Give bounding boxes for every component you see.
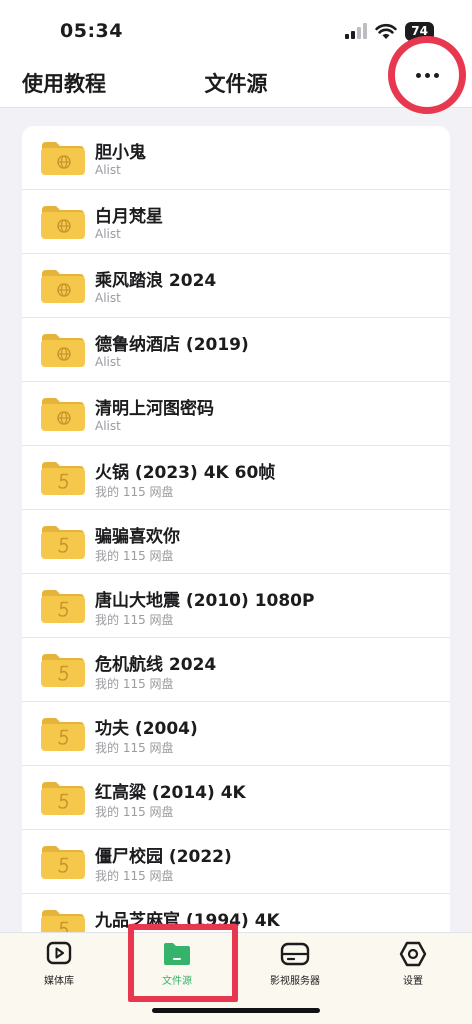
list-item[interactable]: 功夫 (2004) 我的 115 网盘 [22,702,450,766]
115-folder-icon [41,846,85,879]
tab-label: 设置 [403,976,423,987]
115-folder-icon [41,718,85,751]
status-time: 05:34 [60,20,123,42]
list-item[interactable]: 僵尸校园 (2022) 我的 115 网盘 [22,830,450,894]
115-folder-icon [41,782,85,815]
item-title: 白月梵星 [95,207,163,227]
play-icon [46,941,72,965]
tutorial-button[interactable]: 使用教程 [22,68,106,98]
item-title: 僵尸校园 (2022) [95,847,232,867]
nav-bar: 使用教程 文件源 [0,36,472,114]
list-item[interactable]: 火锅 (2023) 4K 60帧我的 115 网盘 [22,446,450,510]
item-title: 危机航线 2024 [95,655,217,675]
list-item[interactable]: 胆小鬼 Alist [22,126,450,190]
item-title: 火锅 (2023) 4K 60帧 [95,463,276,483]
item-source: 我的 115 网盘 [95,485,174,499]
item-source: 我的 115 网盘 [95,741,174,755]
more-button[interactable] [388,36,466,114]
home-indicator [152,1008,320,1013]
item-title: 胆小鬼 [95,143,146,163]
item-title: 清明上河图密码 [95,399,214,419]
item-source: 我的 115 网盘 [95,677,174,691]
list-item[interactable]: 骗骗喜欢你我的 115 网盘 [22,510,450,574]
globe-folder-icon [41,398,85,431]
file-source-list: 胆小鬼 Alist 白月梵星 Alist 乘风踏浪 2024 Alist 德鲁纳酒店 (20… [22,126,450,932]
item-source: 我的 115 网盘 [95,549,174,563]
item-source: Alist [95,355,121,369]
globe-folder-icon [41,206,85,239]
item-source: 我的 115 网盘 [95,869,174,883]
list-item[interactable]: 清明上河图密码 Alist [22,382,450,446]
115-folder-icon [41,526,85,559]
item-title: 功夫 (2004) [95,719,198,739]
115-folder-icon [41,910,85,932]
list-item[interactable]: 唐山大地震 (2010) 1080P 我的 115 网盘 [22,574,450,638]
item-title: 德鲁纳酒店 (2019) [95,335,249,355]
wifi-icon [375,23,397,39]
item-title: 乘风踏浪 2024 [95,271,217,291]
tab-settings[interactable]: 设置 [354,933,472,1003]
settings-icon [399,941,427,967]
item-title: 唐山大地震 (2010) 1080P [95,591,315,611]
more-dots-icon [415,72,439,78]
item-title: 红高粱 (2014) 4K [95,783,246,803]
item-source: 我的 115 网盘 [95,805,174,819]
tab-label: 媒体库 [44,976,74,987]
item-source: Alist [95,291,121,305]
globe-folder-icon [41,270,85,303]
item-title: 骗骗喜欢你 [95,527,180,547]
115-folder-icon [41,654,85,687]
globe-folder-icon [41,334,85,367]
tab-label: 影视服务器 [270,976,320,987]
list-item[interactable]: 红高粱 (2014) 4K 我的 115 网盘 [22,766,450,830]
signal-icon [345,23,368,39]
tab-media-library[interactable]: 媒体库 [0,933,118,1003]
globe-folder-icon [41,142,85,175]
server-icon [280,942,310,966]
tab-highlight-annotation [128,924,238,1002]
item-source: Alist [95,419,121,433]
115-folder-icon [41,590,85,623]
list-item[interactable]: 德鲁纳酒店 (2019) Alist [22,318,450,382]
tab-media-server[interactable]: 影视服务器 [236,933,354,1003]
115-folder-icon [41,462,85,495]
list-item[interactable]: 乘风踏浪 2024 Alist [22,254,450,318]
list-item[interactable]: 白月梵星 Alist [22,190,450,254]
item-source: Alist [95,227,121,241]
list-item[interactable]: 危机航线 2024 我的 115 网盘 [22,638,450,702]
item-source: Alist [95,163,121,177]
item-source: 我的 115 网盘 [95,613,174,627]
